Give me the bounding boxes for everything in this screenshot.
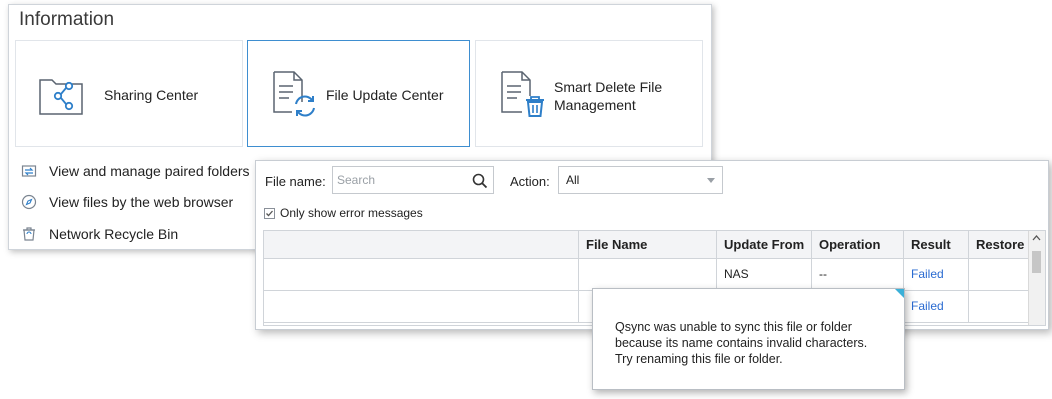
vertical-scrollbar[interactable]	[1028, 231, 1045, 325]
link-label: View files by the web browser	[49, 194, 234, 210]
search-field[interactable]	[332, 166, 494, 194]
card-label: Smart Delete File Management	[554, 79, 663, 113]
card-label: Sharing Center	[104, 87, 199, 103]
search-icon[interactable]	[471, 172, 489, 190]
cell-name	[264, 259, 578, 290]
sharing-center-card[interactable]: Sharing Center	[15, 40, 243, 147]
cell-operation: --	[811, 259, 903, 290]
only-errors-checkbox[interactable]	[264, 207, 275, 219]
chevron-down-icon	[707, 178, 715, 183]
link-label: View and manage paired folders	[49, 163, 250, 179]
compass-icon	[21, 194, 37, 210]
column-header-result[interactable]: Result	[903, 231, 968, 258]
web-browser-link[interactable]: View files by the web browser	[21, 191, 233, 213]
recycle-bin-icon	[23, 227, 35, 241]
link-label: Network Recycle Bin	[49, 226, 179, 242]
filename-label: File name:	[265, 174, 326, 189]
search-input[interactable]	[337, 170, 467, 190]
smart-delete-card[interactable]: Smart Delete File Management	[475, 40, 703, 147]
result-failed-link[interactable]: Failed	[903, 259, 968, 290]
tooltip-corner-marker	[895, 289, 904, 298]
checkmark-icon	[266, 210, 273, 216]
panel-title: Information	[19, 9, 115, 30]
recycle-bin-link[interactable]: Network Recycle Bin	[21, 223, 178, 245]
file-delete-icon	[501, 71, 544, 117]
scrollbar-thumb[interactable]	[1032, 251, 1041, 273]
paired-folders-icon	[21, 165, 37, 177]
only-errors-toggle[interactable]: Only show error messages	[264, 206, 423, 220]
column-header-file-name[interactable]: File Name	[578, 231, 716, 258]
cell-name	[264, 291, 578, 322]
folder-share-icon	[39, 79, 83, 115]
scroll-up-icon[interactable]	[1032, 235, 1041, 241]
column-header-update-from[interactable]: Update From	[716, 231, 811, 258]
column-header-operation[interactable]: Operation	[811, 231, 903, 258]
result-failed-link[interactable]: Failed	[903, 291, 968, 322]
action-value: All	[566, 173, 580, 187]
file-sync-icon	[273, 71, 315, 117]
column-header-restore[interactable]: Restore	[968, 231, 1030, 258]
cell-update-from: NAS	[716, 259, 811, 290]
only-errors-label: Only show error messages	[280, 206, 423, 220]
action-label: Action:	[510, 174, 550, 189]
table-row[interactable]: NAS -- Failed	[264, 259, 1030, 291]
error-tooltip: Qsync was unable to sync this file or fo…	[592, 288, 905, 390]
column-header[interactable]	[264, 231, 578, 258]
cell-restore	[968, 259, 1030, 290]
tooltip-text: Qsync was unable to sync this file or fo…	[615, 320, 868, 366]
action-dropdown[interactable]: All	[558, 166, 723, 194]
table-header: File Name Update From Operation Result R…	[264, 231, 1030, 259]
paired-folders-link[interactable]: View and manage paired folders	[21, 160, 250, 182]
file-update-center-card[interactable]: File Update Center	[247, 40, 470, 147]
cell-file-name	[578, 259, 716, 290]
cell-restore	[968, 291, 1030, 322]
card-label: File Update Center	[326, 87, 444, 103]
